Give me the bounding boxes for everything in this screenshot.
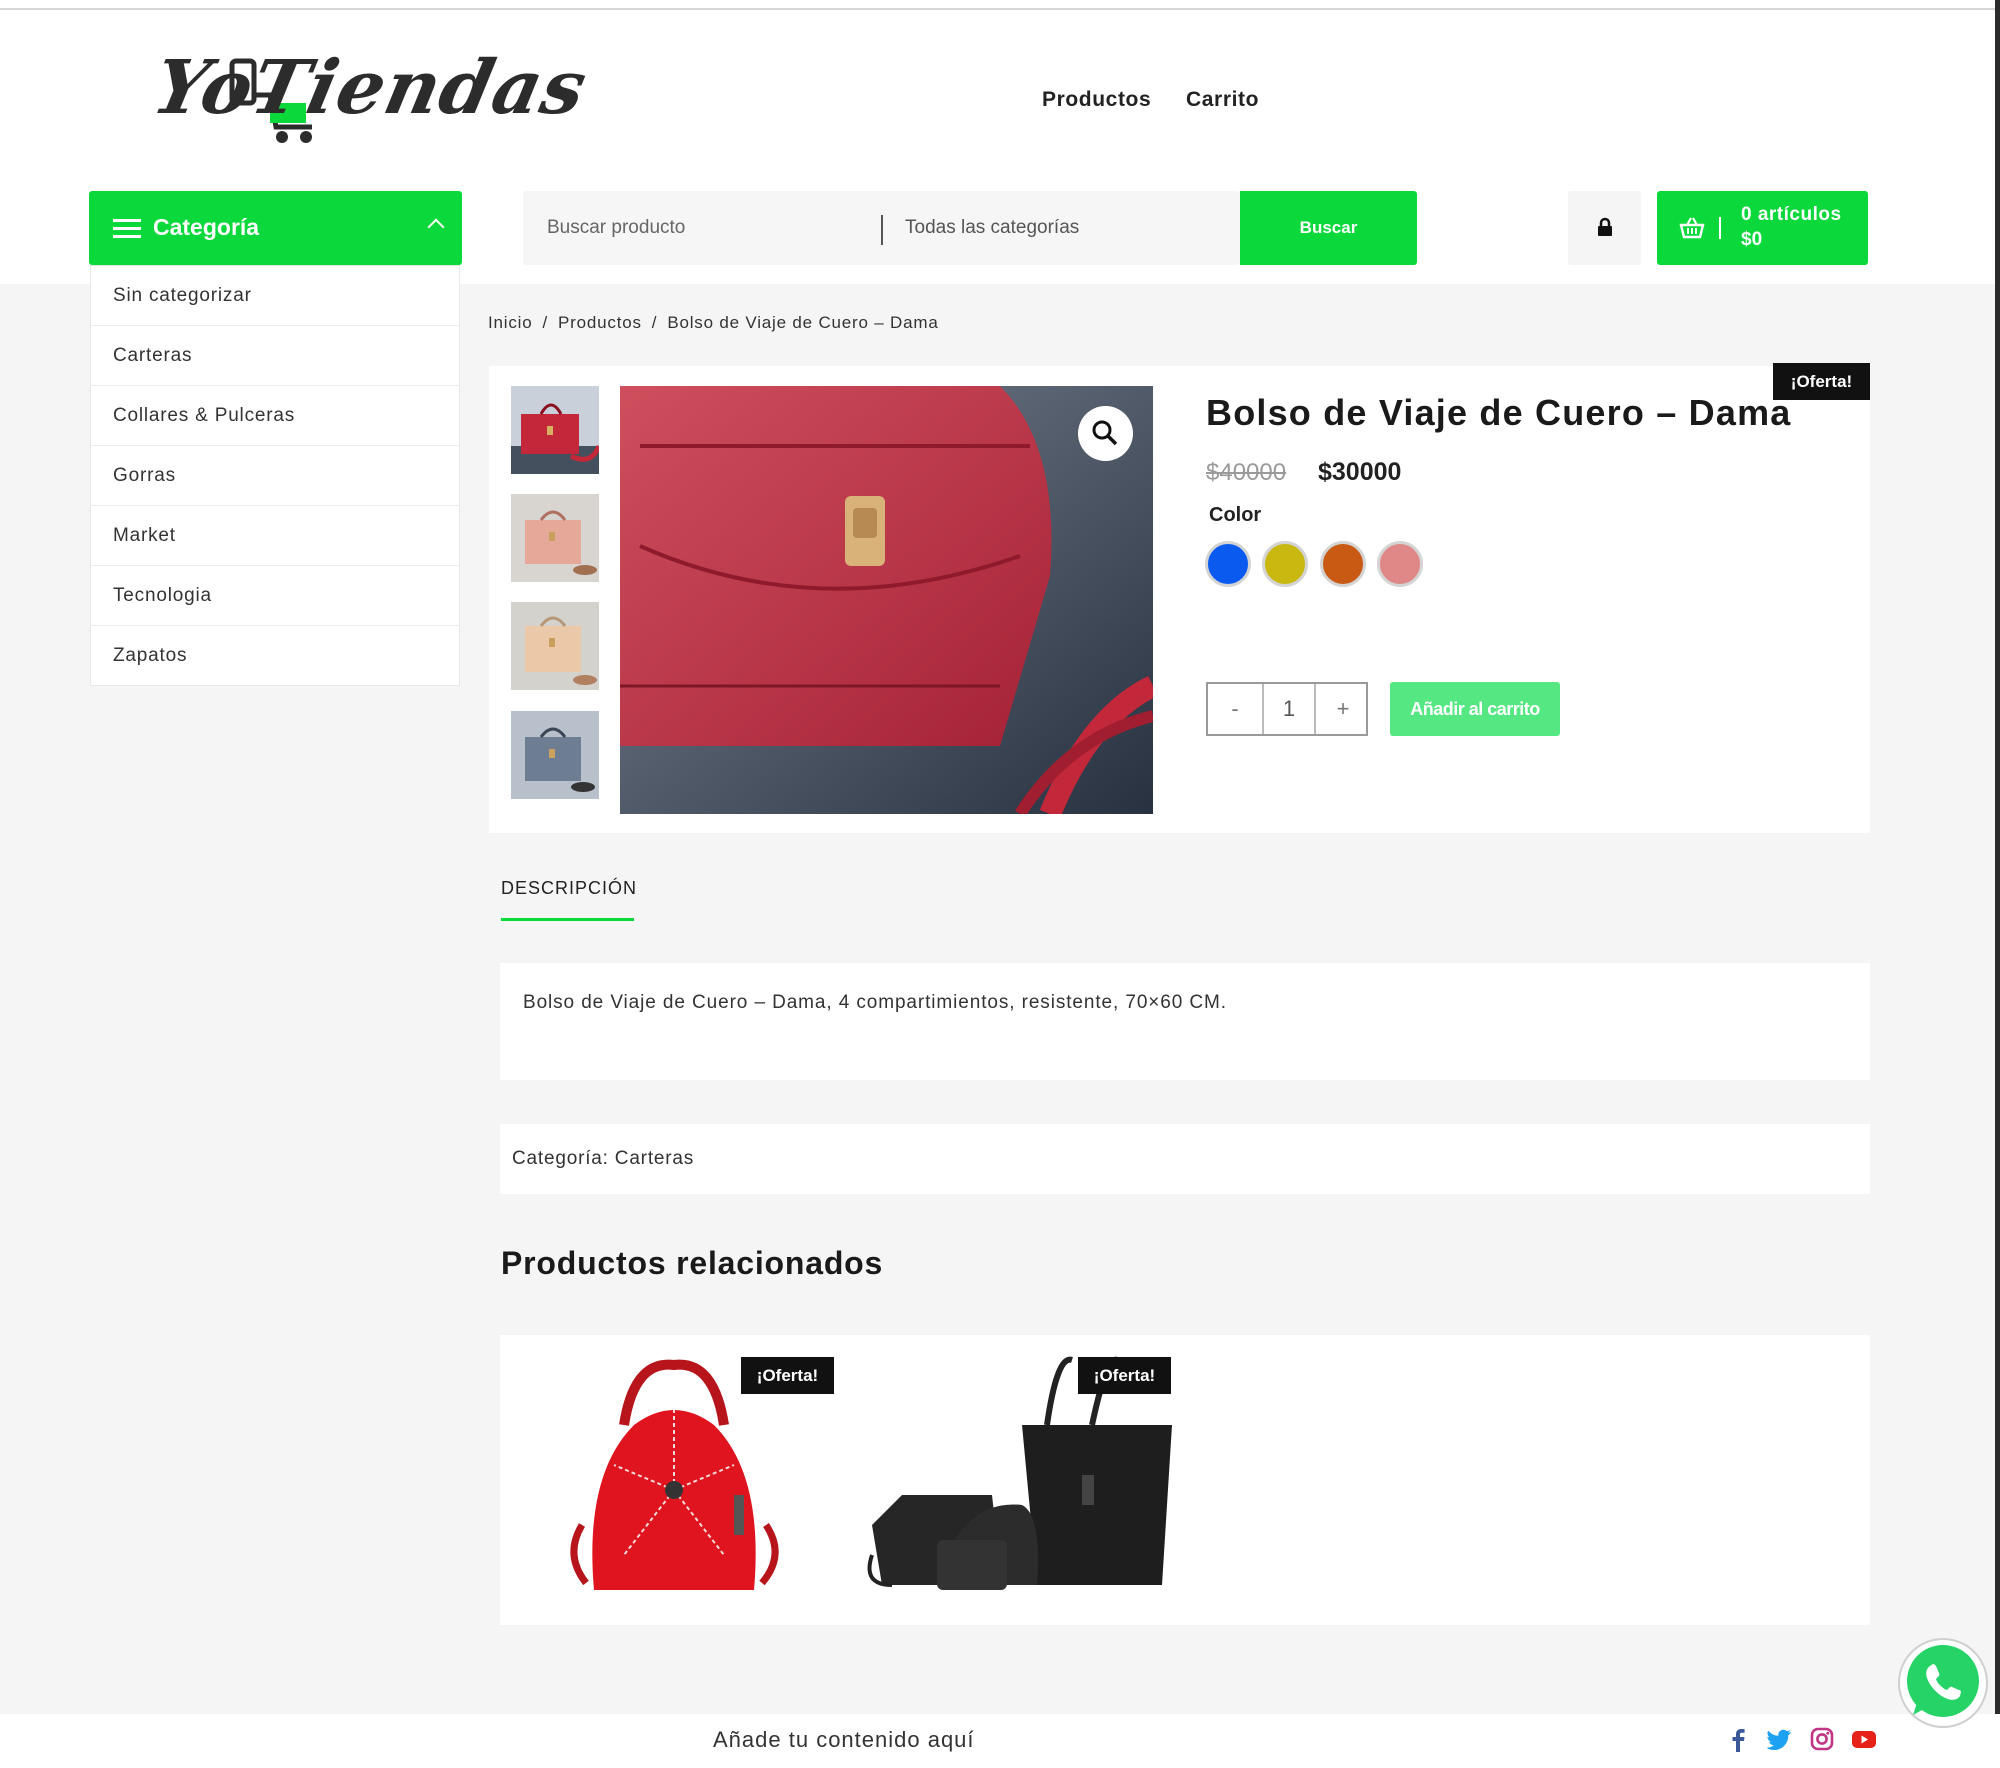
basket-icon [1679, 217, 1705, 239]
quantity-minus-button[interactable]: - [1208, 684, 1264, 734]
thumb-image-red [511, 386, 599, 474]
zoom-button[interactable] [1078, 406, 1133, 461]
footer: Añade tu contenido aquí [0, 1714, 2000, 1768]
window-edge [1995, 0, 2000, 1768]
breadcrumb-productos[interactable]: Productos [558, 313, 642, 332]
thumb-image-beige [511, 602, 599, 690]
breadcrumb-inicio[interactable]: Inicio [488, 313, 533, 332]
product-title: Bolso de Viaje de Cuero – Dama [1206, 392, 1792, 433]
product-photo-red-bag [620, 386, 1153, 814]
gallery-thumb-beige[interactable] [511, 602, 599, 690]
description-panel: Bolso de Viaje de Cuero – Dama, 4 compar… [500, 963, 1870, 1080]
cart-count: 0 artículos [1741, 204, 1842, 225]
footer-text: Añade tu contenido aquí [713, 1727, 975, 1752]
top-border [0, 0, 2000, 10]
chevron-up-icon [427, 218, 445, 236]
quantity-stepper: - 1 + [1206, 682, 1368, 736]
gallery-thumb-pink[interactable] [511, 494, 599, 582]
instagram-icon[interactable] [1809, 1726, 1835, 1752]
nav-carrito[interactable]: Carrito [1186, 88, 1259, 112]
category-select[interactable]: Todas las categorías [905, 191, 1079, 265]
cart-amount: $0 [1741, 229, 1763, 250]
swatch-yellow[interactable] [1262, 541, 1308, 587]
gallery-thumb-gray[interactable] [511, 711, 599, 799]
quantity-input[interactable]: 1 [1262, 684, 1316, 734]
twitter-icon[interactable] [1767, 1726, 1793, 1752]
category-item-collares[interactable]: Collares & Pulceras [91, 386, 459, 446]
lock-icon [1598, 217, 1612, 236]
product-main-image[interactable] [620, 386, 1153, 814]
thumb-image-gray [511, 711, 599, 799]
youtube-icon[interactable] [1851, 1726, 1877, 1752]
product-category[interactable]: Categoría: Carteras [512, 1148, 694, 1170]
search-bar: Buscar producto Todas las categorías [523, 191, 1240, 265]
swatch-orange[interactable] [1320, 541, 1366, 587]
category-menu-title: Categoría [153, 214, 260, 240]
breadcrumb: Inicio / Productos / Bolso de Viaje de Cuero… [488, 313, 949, 333]
description-text: Bolso de Viaje de Cuero – Dama, 4 compar… [523, 992, 1227, 1013]
tab-description[interactable]: DESCRIPCIÓN [501, 878, 637, 899]
swatch-blue[interactable] [1205, 541, 1251, 587]
thumb-image-pink [511, 494, 599, 582]
color-label: Color [1209, 504, 1262, 526]
breadcrumb-current: Bolso de Viaje de Cuero – Dama [667, 313, 939, 332]
cart-button[interactable]: 0 artículos $0 [1657, 191, 1868, 265]
swatch-pink[interactable] [1377, 541, 1423, 587]
category-item-zapatos[interactable]: Zapatos [91, 626, 459, 685]
search-input[interactable]: Buscar producto [547, 191, 685, 265]
product-meta: Categoría: Carteras [500, 1124, 1870, 1194]
hamburger-icon [113, 219, 141, 222]
breadcrumb-separator: / [542, 313, 549, 332]
sale-price: $30000 [1318, 458, 1402, 486]
whatsapp-icon[interactable] [1895, 1635, 1991, 1731]
tab-active-indicator [501, 918, 634, 921]
related-sale-badge: ¡Oferta! [741, 1357, 834, 1394]
nav-productos[interactable]: Productos [1042, 88, 1151, 112]
category-item-sin-categorizar[interactable]: Sin categorizar [91, 266, 459, 326]
category-menu-toggle[interactable]: Categoría [89, 191, 462, 265]
category-item-gorras[interactable]: Gorras [91, 446, 459, 506]
old-price: $40000 [1206, 459, 1287, 486]
add-to-cart-button[interactable]: Añadir al carrito [1390, 682, 1560, 736]
magnifier-icon [1092, 420, 1118, 446]
logo-text[interactable]: YoTiendas [146, 45, 594, 131]
facebook-icon[interactable] [1725, 1726, 1751, 1752]
search-divider [881, 215, 883, 245]
gallery-thumb-red[interactable] [511, 386, 599, 474]
category-list: Sin categorizar Carteras Collares & Pulc… [90, 265, 460, 686]
related-products-title: Productos relacionados [501, 1245, 884, 1281]
quantity-plus-button[interactable]: + [1314, 684, 1370, 734]
breadcrumb-separator: / [651, 313, 658, 332]
category-item-carteras[interactable]: Carteras [91, 326, 459, 386]
account-button[interactable] [1568, 191, 1641, 265]
category-item-market[interactable]: Market [91, 506, 459, 566]
related-sale-badge: ¡Oferta! [1078, 1357, 1171, 1394]
category-item-tecnologia[interactable]: Tecnologia [91, 566, 459, 626]
cart-divider [1719, 217, 1721, 239]
search-button[interactable]: Buscar [1240, 191, 1417, 265]
related-products-panel: ¡Oferta! ¡Oferta! [500, 1335, 1870, 1625]
